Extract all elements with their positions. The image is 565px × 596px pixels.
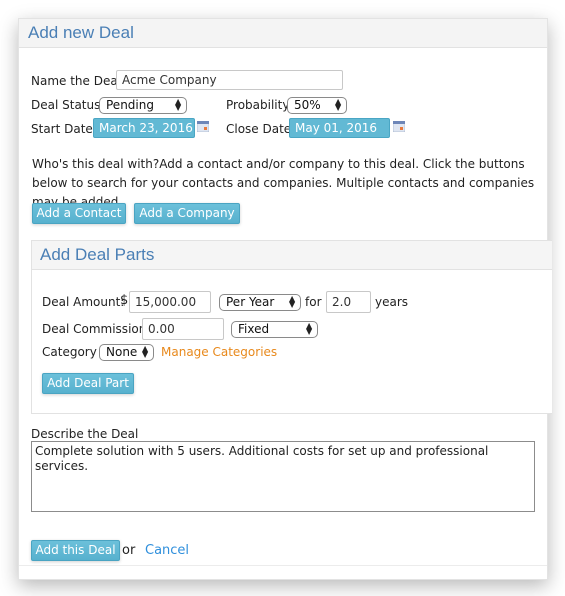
commission-type-select[interactable]: Fixed ▲ ▼ — [231, 321, 318, 338]
deal-amount-input[interactable]: 15,000.00 — [129, 291, 211, 313]
add-this-deal-button[interactable]: Add this Deal — [31, 540, 120, 561]
commission-type-value: Fixed — [238, 322, 270, 336]
describe-deal-label: Describe the Deal — [31, 427, 139, 441]
category-select[interactable]: None ▲ ▼ — [99, 344, 154, 361]
page-title: Add new Deal — [28, 23, 134, 42]
deal-status-label: Deal Status: — [31, 98, 105, 112]
deal-name-label: Name the Deal: — [31, 74, 126, 88]
years-label: years — [375, 295, 409, 309]
deal-parts-panel: Add Deal Parts Deal Amount: $ 15,000.00 … — [31, 240, 552, 414]
probability-select[interactable]: 50% ▲ ▼ — [287, 97, 347, 114]
probability-label: Probability: — [226, 98, 293, 112]
or-label: or — [122, 543, 136, 558]
close-date-input[interactable]: May 01, 2016 — [289, 118, 390, 138]
add-company-button[interactable]: Add a Company — [134, 203, 240, 224]
category-label: Category — [42, 345, 97, 359]
deal-parts-title: Add Deal Parts — [40, 245, 155, 264]
select-arrows-icon: ▲ ▼ — [142, 344, 149, 359]
for-label: for — [305, 295, 322, 309]
deal-period-select[interactable]: Per Year ▲ ▼ — [219, 294, 301, 311]
deal-description-textarea[interactable]: Complete solution with 5 users. Addition… — [31, 441, 535, 512]
close-date-label: Close Date: — [226, 122, 296, 136]
footer-divider — [19, 565, 547, 566]
duration-input[interactable]: 2.0 — [326, 291, 371, 313]
calendar-icon[interactable] — [393, 121, 405, 132]
panel-header: Add new Deal — [19, 19, 547, 48]
calendar-icon[interactable] — [197, 121, 209, 132]
deal-commission-label: Deal Commission: — [42, 322, 151, 336]
add-contact-button[interactable]: Add a Contact — [32, 203, 126, 224]
cancel-link[interactable]: Cancel — [145, 543, 189, 558]
deal-name-input[interactable]: Acme Company — [116, 70, 343, 90]
add-deal-part-button[interactable]: Add Deal Part — [42, 373, 134, 394]
add-deal-panel: Add new Deal Name the Deal: Acme Company… — [18, 18, 552, 580]
deal-commission-input[interactable]: 0.00 — [142, 318, 224, 340]
deal-amount-label: Deal Amount: — [42, 295, 125, 309]
select-arrows-icon: ▲ ▼ — [335, 97, 342, 112]
select-arrows-icon: ▲ ▼ — [289, 294, 296, 309]
deal-period-value: Per Year — [226, 295, 275, 309]
select-arrows-icon: ▲ ▼ — [306, 321, 313, 336]
deal-status-select[interactable]: Pending ▲ ▼ — [99, 97, 187, 114]
currency-symbol: $ — [120, 293, 129, 308]
manage-categories-link[interactable]: Manage Categories — [161, 345, 277, 359]
start-date-input[interactable]: March 23, 2016 — [93, 118, 195, 138]
start-date-label: Start Date: — [31, 122, 97, 136]
deal-parts-header: Add Deal Parts — [32, 241, 552, 270]
select-arrows-icon: ▲ ▼ — [175, 97, 182, 112]
category-value: None — [106, 345, 138, 359]
probability-value: 50% — [294, 98, 321, 112]
deal-status-value: Pending — [106, 98, 154, 112]
